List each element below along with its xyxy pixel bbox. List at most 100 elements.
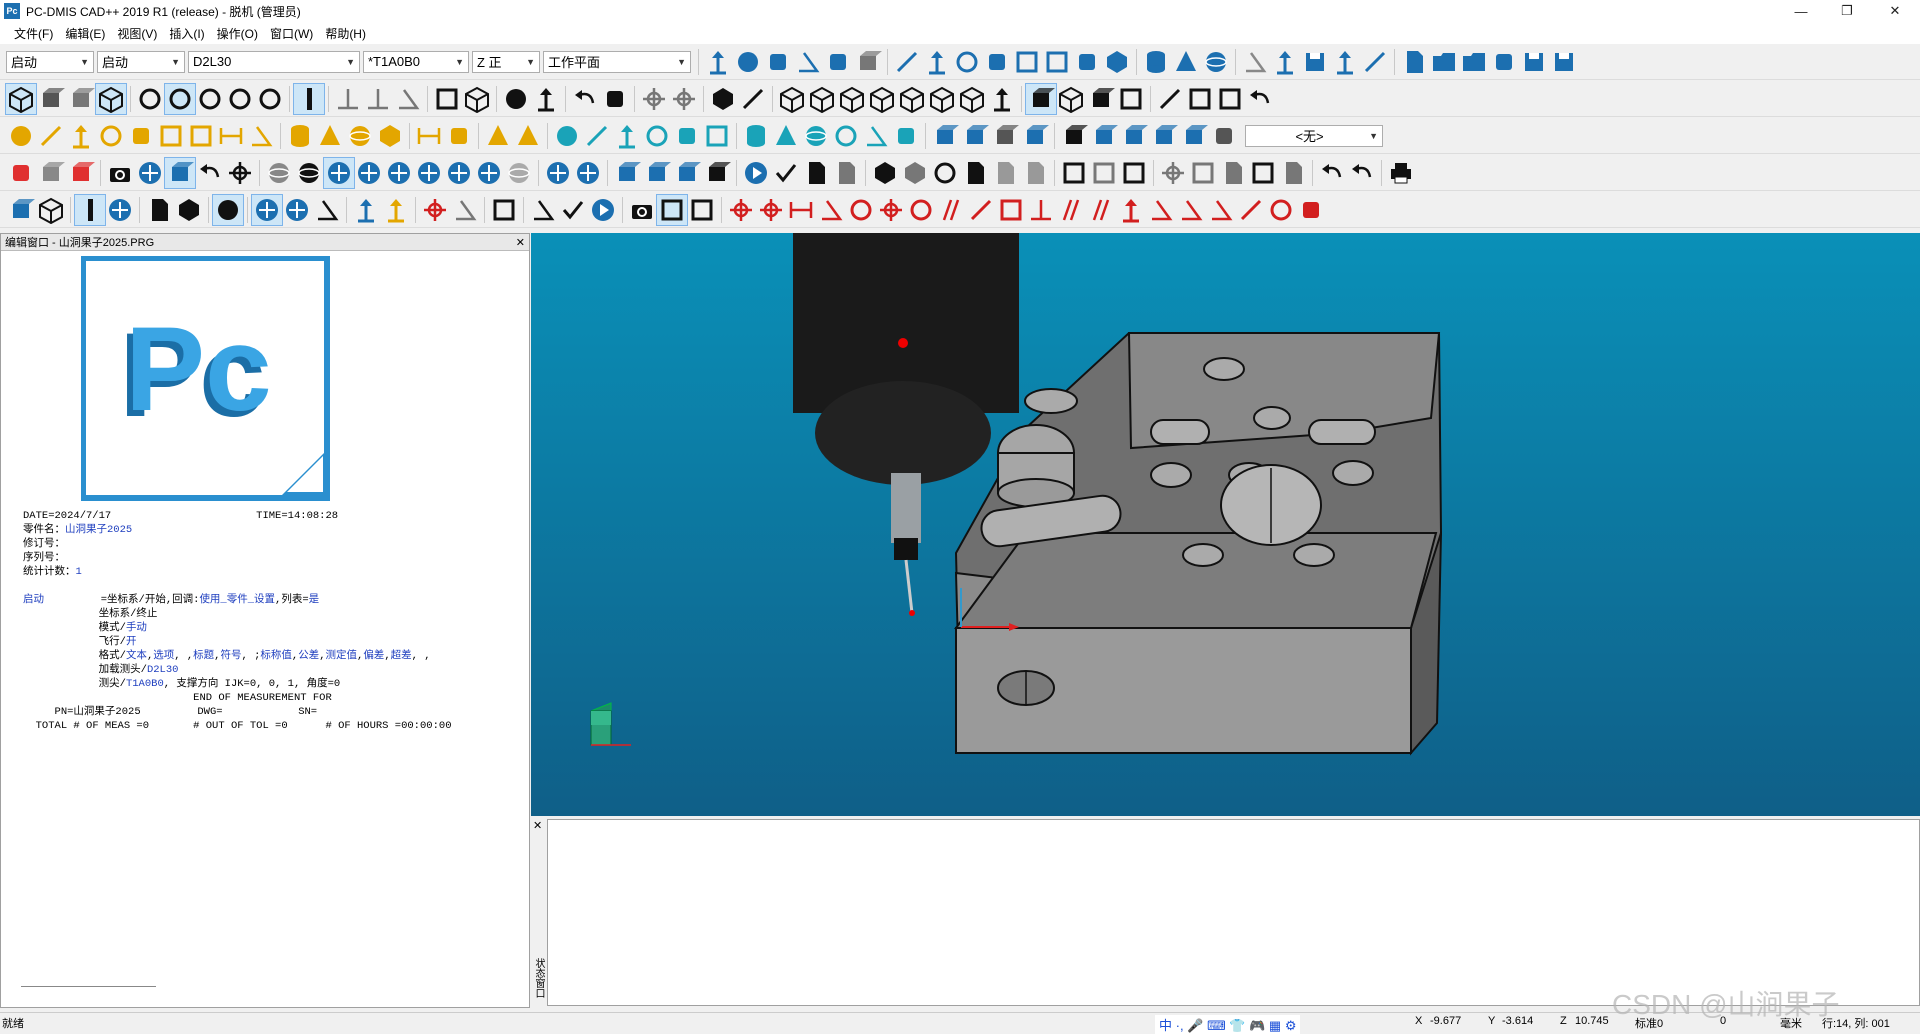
- view-3-icon[interactable]: [837, 84, 867, 114]
- stop-all-icon[interactable]: [900, 158, 930, 188]
- move-probe-icon[interactable]: [105, 195, 135, 225]
- cad-d-icon[interactable]: [1149, 121, 1179, 151]
- view-front-icon[interactable]: [432, 84, 462, 114]
- auto-rect-icon[interactable]: [702, 121, 732, 151]
- probe-a-icon[interactable]: [930, 121, 960, 151]
- auto-line-icon[interactable]: [582, 121, 612, 151]
- move-to-icon[interactable]: [531, 84, 561, 114]
- auto-feature-icon[interactable]: [763, 47, 793, 77]
- minimize-view-icon[interactable]: [1155, 84, 1185, 114]
- auto-cone-icon[interactable]: [771, 121, 801, 151]
- restore-button[interactable]: ❐: [1824, 0, 1870, 22]
- view-4-icon[interactable]: [867, 84, 897, 114]
- measure-feature-icon[interactable]: [1270, 47, 1300, 77]
- dim-angularity-icon[interactable]: [1086, 195, 1116, 225]
- shaded-icon[interactable]: [95, 82, 127, 115]
- auto-sphere-icon[interactable]: [801, 121, 831, 151]
- transform-icon[interactable]: [282, 195, 312, 225]
- nav-a-icon[interactable]: [543, 158, 573, 188]
- menu-file[interactable]: 文件(F): [8, 25, 59, 42]
- list-icon[interactable]: [1059, 158, 1089, 188]
- comment-icon[interactable]: [144, 195, 174, 225]
- polygon-feature-icon[interactable]: [375, 121, 405, 151]
- grid-b-icon[interactable]: [669, 84, 699, 114]
- translucent-icon[interactable]: [66, 84, 96, 114]
- settings-icon[interactable]: [174, 195, 204, 225]
- slot-feature-icon[interactable]: [982, 47, 1012, 77]
- spin-view-icon[interactable]: [384, 158, 414, 188]
- menu-edit[interactable]: 编辑(E): [59, 25, 111, 42]
- dim-straightness-icon[interactable]: [966, 195, 996, 225]
- dim-angle-icon[interactable]: [816, 195, 846, 225]
- auto-torus-icon[interactable]: [831, 121, 861, 151]
- view-7-icon[interactable]: [957, 84, 987, 114]
- plane-align-icon[interactable]: [351, 195, 381, 225]
- point-cloud-icon[interactable]: [135, 84, 165, 114]
- dim-keyin-icon[interactable]: [1296, 195, 1326, 225]
- next-icon[interactable]: [930, 158, 960, 188]
- probe-b-icon[interactable]: [960, 121, 990, 151]
- probe-bar-icon[interactable]: [74, 193, 106, 226]
- rect-slot-icon[interactable]: [186, 121, 216, 151]
- sphere-feature-icon[interactable]: [345, 121, 375, 151]
- view-1-icon[interactable]: [777, 84, 807, 114]
- feature-b-icon[interactable]: [195, 84, 225, 114]
- nav-down-icon[interactable]: [414, 158, 444, 188]
- circle-feature-icon[interactable]: [96, 121, 126, 151]
- dim-true-position-icon[interactable]: [756, 195, 786, 225]
- probe-mode-icon[interactable]: [703, 47, 733, 77]
- save-file-icon[interactable]: [1519, 47, 1549, 77]
- ime-toolbar[interactable]: 中 ·, 🎤 ⌨ 👕 🎮 ▦ ⚙: [1155, 1015, 1301, 1034]
- alignment-combo[interactable]: 启动 ▼: [6, 50, 94, 73]
- probe-comp-icon[interactable]: [6, 195, 36, 225]
- report-b-icon[interactable]: [687, 195, 717, 225]
- offset-icon[interactable]: [1360, 47, 1390, 77]
- square-slot-icon[interactable]: [1072, 47, 1102, 77]
- cad-c-icon[interactable]: [1119, 121, 1149, 151]
- auto-cylinder-icon[interactable]: [741, 121, 771, 151]
- render-b-icon[interactable]: [1056, 84, 1086, 114]
- nav-right-icon[interactable]: [444, 158, 474, 188]
- pan-icon[interactable]: [135, 158, 165, 188]
- plane-feature-b-icon[interactable]: [381, 195, 411, 225]
- grid-view-icon[interactable]: [1089, 158, 1119, 188]
- operator-icon[interactable]: [212, 193, 244, 226]
- line-feature-icon[interactable]: [36, 121, 66, 151]
- bookmark-c-icon[interactable]: [1020, 158, 1050, 188]
- auto-point-icon[interactable]: [552, 121, 582, 151]
- sphere-view-icon[interactable]: [264, 158, 294, 188]
- menu-view[interactable]: 视图(V): [111, 25, 163, 42]
- set-feature-icon[interactable]: [444, 121, 474, 151]
- square-slot-icon[interactable]: [156, 121, 186, 151]
- datum-b-icon[interactable]: [363, 84, 393, 114]
- plane-feature-icon[interactable]: [922, 47, 952, 77]
- dim-total-runout-icon[interactable]: [1236, 195, 1266, 225]
- refresh-icon[interactable]: [195, 158, 225, 188]
- nav-sphere-icon[interactable]: [504, 158, 534, 188]
- color-palette-icon[interactable]: [6, 158, 36, 188]
- grid-a-icon[interactable]: [639, 84, 669, 114]
- nav-b-icon[interactable]: [573, 158, 603, 188]
- view-2-icon[interactable]: [807, 84, 837, 114]
- cone-feature-icon[interactable]: [1171, 47, 1201, 77]
- datum-a-icon[interactable]: [333, 84, 363, 114]
- dim-surface-icon[interactable]: [1146, 195, 1176, 225]
- window-view-icon[interactable]: [1119, 158, 1149, 188]
- feature-a-icon[interactable]: [164, 82, 196, 115]
- frame-view-icon[interactable]: [1215, 84, 1245, 114]
- report-a-icon[interactable]: [656, 193, 688, 226]
- tip-combo[interactable]: *T1A0B0 ▼: [363, 50, 469, 73]
- branch-icon[interactable]: [528, 195, 558, 225]
- bookmark-icon[interactable]: [960, 158, 990, 188]
- close-button[interactable]: ✕: [1872, 0, 1918, 22]
- cone-feature-icon[interactable]: [315, 121, 345, 151]
- menu-operation[interactable]: 操作(O): [211, 25, 264, 42]
- user-mode-icon[interactable]: [501, 84, 531, 114]
- view-6-icon[interactable]: [927, 84, 957, 114]
- cad-tool-icon[interactable]: [672, 158, 702, 188]
- dim-profile-icon[interactable]: [1116, 195, 1146, 225]
- probe-c-icon[interactable]: [990, 121, 1020, 151]
- cad-e-icon[interactable]: [1179, 121, 1209, 151]
- dim-symmetry-icon[interactable]: [1266, 195, 1296, 225]
- view-direction-combo[interactable]: Z 正 ▼: [472, 50, 540, 73]
